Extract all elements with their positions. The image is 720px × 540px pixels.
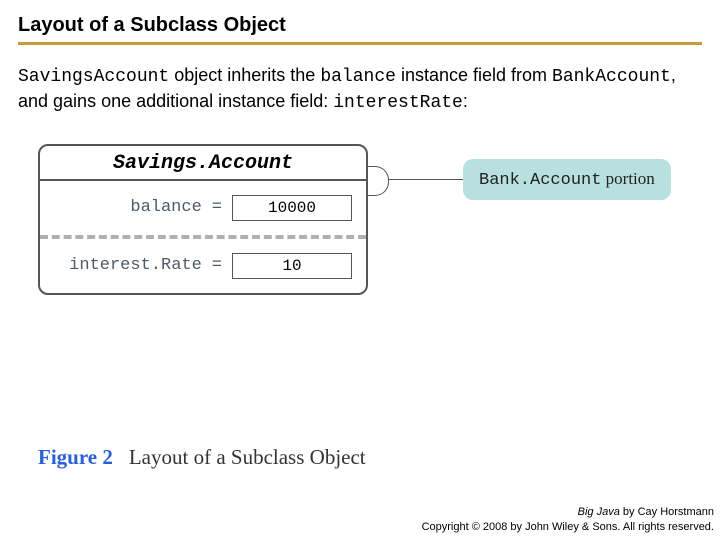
field-value-balance: 10000 [232, 195, 352, 221]
slide-title: Layout of a Subclass Object [18, 14, 702, 45]
object-box: Savings.Account balance = 10000 interest… [38, 144, 368, 295]
callout-text: portion [601, 169, 654, 188]
footer-book-title: Big Java [578, 506, 620, 518]
intro-text-4: : [463, 91, 468, 111]
intro-text-1: object inherits the [169, 65, 320, 85]
footer-line1: Big Java by Cay Horstmann [422, 505, 714, 519]
callout-connector [388, 179, 463, 180]
footer-author: by Cay Horstmann [620, 506, 714, 518]
figure-caption: Figure 2 Layout of a Subclass Object [38, 445, 366, 470]
field-row-balance: balance = 10000 [40, 181, 366, 235]
figure-label: Figure 2 [38, 445, 113, 469]
field-row-interestrate: interest.Rate = 10 [40, 239, 366, 293]
intro-code-balance: balance [320, 67, 396, 87]
field-name-balance: balance [54, 198, 202, 217]
figure-caption-text: Layout of a Subclass Object [129, 445, 366, 469]
equals-sign: = [212, 198, 222, 217]
intro-code-bankaccount: BankAccount [552, 67, 671, 87]
intro-code-savingsaccount: SavingsAccount [18, 67, 169, 87]
object-class-name: Savings.Account [40, 146, 366, 181]
intro-text-2: instance field from [396, 65, 552, 85]
intro-paragraph: SavingsAccount object inherits the balan… [18, 63, 678, 116]
equals-sign: = [212, 256, 222, 275]
callout-code: Bank.Account [479, 171, 601, 190]
callout-bubble: Bank.Account portion [463, 159, 671, 200]
field-value-interestrate: 10 [232, 253, 352, 279]
footer-copyright: Copyright © 2008 by John Wiley & Sons. A… [422, 520, 714, 534]
callout: Bank.Account portion [388, 159, 671, 200]
footer: Big Java by Cay Horstmann Copyright © 20… [422, 505, 714, 534]
field-name-interestrate: interest.Rate [54, 256, 202, 275]
intro-code-interestrate: interestRate [333, 93, 463, 113]
diagram-area: Savings.Account balance = 10000 interest… [38, 144, 698, 374]
